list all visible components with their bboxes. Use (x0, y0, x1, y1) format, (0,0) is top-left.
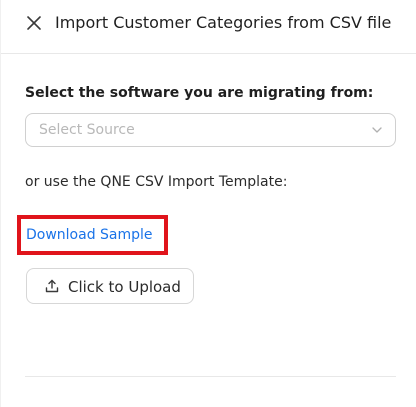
source-select-placeholder: Select Source (39, 122, 135, 138)
source-select[interactable]: Select Source (25, 113, 396, 147)
download-sample-link[interactable]: Download Sample (26, 225, 153, 245)
import-panel: Import Customer Categories from CSV file… (0, 0, 416, 407)
software-label: Select the software you are migrating fr… (25, 85, 374, 101)
upload-button-label: Click to Upload (68, 278, 181, 296)
panel-header: Import Customer Categories from CSV file (1, 0, 416, 54)
template-instruction: or use the QNE CSV Import Template: (25, 174, 288, 190)
footer-divider (25, 376, 396, 377)
page-title: Import Customer Categories from CSV file (55, 13, 392, 32)
close-icon[interactable] (25, 14, 43, 32)
upload-button[interactable]: Click to Upload (26, 268, 194, 304)
upload-icon (45, 279, 59, 293)
chevron-down-icon (372, 127, 382, 133)
close-button[interactable] (25, 14, 43, 32)
